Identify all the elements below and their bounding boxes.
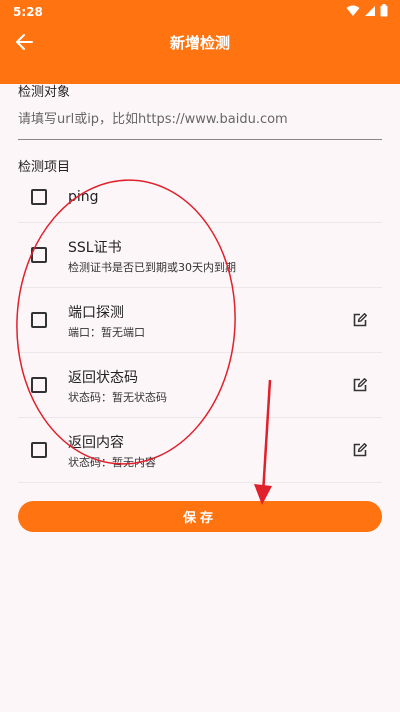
checkbox[interactable]	[31, 312, 47, 328]
check-item-content[interactable]: 返回内容 状态码：暂无内容	[18, 418, 382, 482]
signal-icon	[365, 5, 375, 16]
checkbox[interactable]	[31, 247, 47, 263]
edit-icon[interactable]	[352, 312, 368, 328]
edit-icon[interactable]	[352, 377, 368, 393]
item-title: ping	[68, 189, 99, 205]
battery-icon	[380, 4, 388, 17]
item-subtitle: 检测证书是否已到期或30天内到期	[68, 261, 236, 274]
app-bar: 5:28 新增检测	[0, 0, 400, 84]
edit-icon[interactable]	[352, 442, 368, 458]
check-item-status-code[interactable]: 返回状态码 状态码：暂无状态码	[18, 353, 382, 417]
check-item-ssl[interactable]: SSL证书 检测证书是否已到期或30天内到期	[18, 223, 382, 287]
save-button[interactable]: 保存	[18, 501, 382, 532]
item-title: 端口探测	[68, 305, 124, 321]
target-input[interactable]	[18, 106, 382, 140]
status-icons	[346, 4, 388, 17]
page-title: 新增检测	[169, 34, 230, 52]
item-subtitle: 端口：暂无端口	[68, 326, 145, 339]
checkbox[interactable]	[31, 377, 47, 393]
item-title: 返回状态码	[68, 370, 138, 386]
status-time: 5:28	[13, 5, 43, 19]
check-item-port[interactable]: 端口探测 端口：暂无端口	[18, 288, 382, 352]
items-section-label: 检测项目	[18, 160, 71, 175]
wifi-icon	[346, 5, 360, 16]
item-subtitle: 状态码：暂无状态码	[68, 391, 167, 404]
target-label: 检测对象	[18, 85, 71, 100]
item-title: SSL证书	[68, 240, 122, 256]
item-title: 返回内容	[68, 435, 124, 451]
checkbox[interactable]	[31, 189, 47, 205]
status-bar: 5:28	[0, 0, 400, 24]
checkbox[interactable]	[31, 442, 47, 458]
divider	[18, 482, 382, 483]
item-subtitle: 状态码：暂无内容	[68, 456, 156, 469]
check-item-ping[interactable]: ping	[18, 176, 382, 222]
